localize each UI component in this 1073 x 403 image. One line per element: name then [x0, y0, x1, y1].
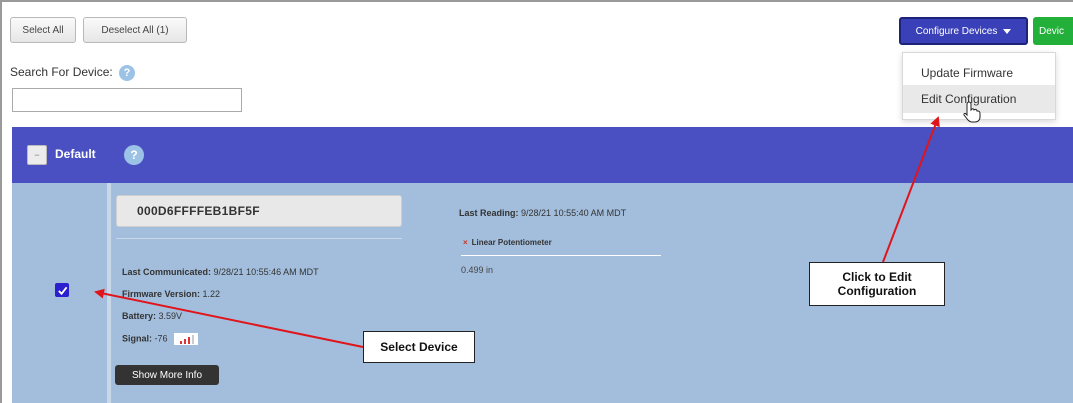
checkmark-icon	[57, 286, 67, 295]
group-header: − Default ?	[12, 127, 1073, 183]
sensor-label: × Linear Potentiometer	[463, 238, 552, 247]
battery: Battery: 3.59V	[122, 311, 182, 321]
group-title: Default	[55, 147, 96, 161]
device-name: 000D6FFFFEB1BF5F	[116, 195, 402, 227]
configure-devices-label: Configure Devices	[915, 25, 998, 37]
signal: Signal: -76	[122, 333, 199, 345]
devices-button[interactable]: Devic	[1033, 17, 1073, 45]
battery-label: Battery:	[122, 311, 157, 321]
battery-value: 3.59V	[158, 311, 183, 321]
sensor-value: 0.499 in	[461, 265, 494, 275]
sensor-status-icon: ×	[463, 238, 468, 247]
edit-configuration-callout: Click to Edit Configuration	[809, 262, 945, 306]
edit-callout-line2: Configuration	[837, 284, 917, 298]
menu-item-update-firmware[interactable]: Update Firmware	[903, 59, 1055, 87]
last-reading-label: Last Reading:	[459, 208, 519, 218]
signal-label: Signal:	[122, 333, 153, 344]
device-select-checkbox[interactable]	[55, 283, 69, 297]
show-more-info-button[interactable]: Show More Info	[115, 365, 219, 385]
last-communicated-label: Last Communicated:	[122, 267, 212, 277]
last-communicated: Last Communicated: 9/28/21 10:55:46 AM M…	[122, 267, 319, 277]
search-input[interactable]	[12, 88, 242, 112]
edit-callout-line1: Click to Edit	[842, 270, 912, 284]
deselect-all-button[interactable]: Deselect All (1)	[83, 17, 187, 43]
last-communicated-value: 9/28/21 10:55:46 AM MDT	[213, 267, 319, 277]
search-help-icon[interactable]: ?	[119, 65, 136, 81]
configure-devices-button[interactable]: Configure Devices	[899, 17, 1028, 45]
panel-divider	[116, 238, 402, 239]
sensor-divider	[461, 255, 661, 256]
caret-down-icon	[1003, 28, 1012, 34]
firmware-value: 1.22	[202, 289, 221, 299]
firmware-label: Firmware Version:	[122, 289, 201, 299]
select-all-button[interactable]: Select All	[10, 17, 76, 43]
sensor-name: Linear Potentiometer	[471, 238, 552, 247]
search-label-text: Search For Device:	[10, 65, 113, 80]
signal-value: -76	[154, 333, 168, 344]
group-help-icon[interactable]: ?	[124, 145, 144, 165]
search-label: Search For Device: ?	[10, 65, 136, 81]
signal-strength-icon	[174, 333, 199, 345]
last-reading-value: 9/28/21 10:55:40 AM MDT	[521, 208, 627, 218]
firmware-version: Firmware Version: 1.22	[122, 289, 220, 299]
select-device-callout: Select Device	[363, 331, 475, 363]
last-reading: Last Reading: 9/28/21 10:55:40 AM MDT	[459, 208, 626, 218]
hand-pointer-icon	[963, 101, 981, 123]
collapse-group-button[interactable]: −	[27, 145, 47, 165]
